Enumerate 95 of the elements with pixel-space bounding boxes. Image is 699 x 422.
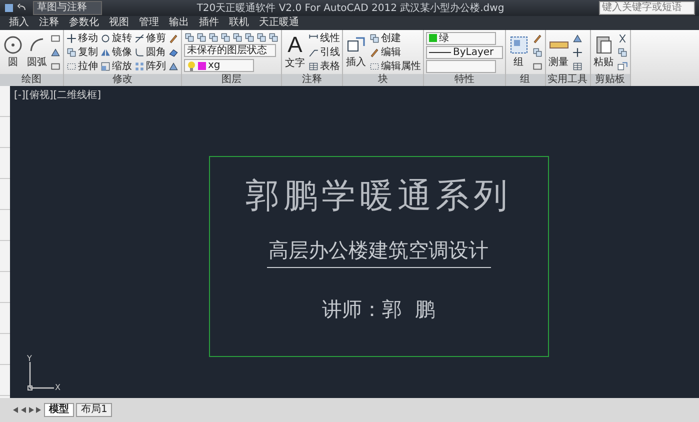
scale-squares-icon xyxy=(100,60,111,72)
ribbon-tool[interactable]: 拉伸 xyxy=(66,60,98,72)
layer-tool-icon[interactable] xyxy=(268,32,279,43)
ribbon-tab[interactable]: 视图 xyxy=(104,16,134,30)
ribbon-tool[interactable]: 测量 xyxy=(548,34,570,70)
bulb-icon xyxy=(187,60,196,71)
clipboard-icon xyxy=(594,35,614,55)
layer-tool-icon[interactable] xyxy=(208,32,219,43)
viewport-label[interactable]: [-][俯视][二维线框] xyxy=(10,86,106,104)
dashed-rectangle-icon xyxy=(369,60,380,72)
drawing-title: 郭鹏学暖通系列 xyxy=(246,175,512,218)
color-dropdown[interactable]: 绿 xyxy=(426,32,496,44)
linetype-dropdown[interactable]: ByLayer xyxy=(426,46,503,58)
drawing-subtitle: 高层办公楼建筑空调设计 xyxy=(266,237,490,268)
ribbon-tool[interactable]: 修剪 xyxy=(134,32,166,44)
search-field[interactable]: 键入关键字或短语 xyxy=(599,1,695,15)
ribbon-tab[interactable]: 管理 xyxy=(134,16,164,30)
triangle-icon[interactable] xyxy=(50,46,61,58)
lecturer-text: 讲师：郭 鹏 xyxy=(322,296,435,323)
ribbon-tool[interactable]: 线性 xyxy=(308,32,340,44)
ribbon-tab[interactable]: 插件 xyxy=(194,16,224,30)
rounded-corner-icon xyxy=(134,46,145,58)
ribbon-tool[interactable]: 引线 xyxy=(308,46,340,58)
panel-title[interactable]: 块 xyxy=(343,74,423,86)
layer-tool-icon[interactable] xyxy=(184,32,195,43)
ribbon-tool[interactable]: 创建 xyxy=(369,32,401,44)
panel-title[interactable]: 注释 xyxy=(282,74,342,86)
ribbon-tab[interactable]: 联机 xyxy=(224,16,254,30)
rectangle-icon[interactable] xyxy=(50,32,61,44)
ribbon-tool[interactable]: 镜像 xyxy=(100,46,132,58)
group-icon xyxy=(508,35,529,55)
crossing-lines-icon xyxy=(134,32,145,44)
pencil-icon[interactable] xyxy=(532,32,543,44)
ribbon-tool[interactable]: A 文字 xyxy=(284,33,306,71)
overlapping-squares-icon[interactable] xyxy=(616,46,628,58)
dropdown-field[interactable]: 未保存的图层状态 xyxy=(184,44,276,58)
rectangle-icon[interactable] xyxy=(532,60,543,72)
triangle-icon[interactable] xyxy=(572,32,583,44)
ribbon-tab[interactable]: 参数化 xyxy=(64,16,104,30)
layer-tool-icon[interactable] xyxy=(244,32,255,43)
rectangle-icon[interactable] xyxy=(50,60,61,72)
ribbon-tab[interactable]: 插入 xyxy=(4,16,34,30)
dropdown-field[interactable] xyxy=(426,60,496,72)
ribbon-tool[interactable]: 插入 xyxy=(345,34,367,70)
panel-title[interactable]: 实用工具 xyxy=(546,74,590,86)
panel-title[interactable]: 绘图 xyxy=(0,74,63,86)
ribbon-tab[interactable]: 注释 xyxy=(34,16,64,30)
ribbon-tool[interactable]: 移动 xyxy=(66,32,98,44)
layer-tool-icon[interactable] xyxy=(196,32,207,43)
overlapping-squares-icon xyxy=(66,46,77,58)
undo-icon[interactable] xyxy=(17,3,27,13)
panel-title[interactable]: 剪贴板 xyxy=(590,74,630,86)
ribbon-tool[interactable]: 阵列 xyxy=(134,60,166,72)
ribbon-tool[interactable]: 编辑属性 xyxy=(369,60,421,72)
ring-icon xyxy=(100,32,111,44)
panel-title[interactable]: 修改 xyxy=(64,74,181,86)
ribbon-tool[interactable]: 粘贴 xyxy=(592,34,615,70)
tab-navigation-icon[interactable] xyxy=(12,406,42,414)
block-frame-icon[interactable] xyxy=(616,60,628,72)
ribbon-tool[interactable]: 缩放 xyxy=(100,60,132,72)
workspace-dropdown[interactable]: 草图与注释 xyxy=(33,1,102,15)
layer-tool-icon[interactable] xyxy=(220,32,231,43)
pencil-icon xyxy=(369,46,380,58)
cut-icon[interactable] xyxy=(616,32,628,44)
table-icon xyxy=(308,60,319,72)
ribbon-tool[interactable]: 圆弧 xyxy=(26,34,48,70)
window-title: T20天正暖通软件 V2.0 For AutoCAD 2012 武汉某小型办公楼.dwg xyxy=(196,2,506,15)
ribbon-tool[interactable]: 旋转 xyxy=(100,32,132,44)
table-icon[interactable] xyxy=(572,60,583,72)
ribbon-tab[interactable]: 天正暖通 xyxy=(254,16,304,30)
ribbon-tool[interactable]: 复制 xyxy=(66,46,98,58)
overlapping-squares-icon xyxy=(369,32,380,44)
ribbon-tool[interactable]: 编辑 xyxy=(369,46,401,58)
layer-tool-icon[interactable] xyxy=(232,32,243,43)
layer-tool-icon[interactable] xyxy=(256,32,267,43)
panel-title[interactable]: 图层 xyxy=(182,74,281,86)
grid-icon xyxy=(134,60,145,72)
layout-tab[interactable]: 模型 xyxy=(44,403,74,417)
ribbon-tool[interactable]: 表格 xyxy=(308,60,340,72)
diamond-icon[interactable] xyxy=(168,46,179,58)
ribbon-tool[interactable]: 圆 xyxy=(2,34,24,70)
ribbon-tool[interactable]: 圆角 xyxy=(134,46,166,58)
overlapping-squares-icon[interactable] xyxy=(532,46,543,58)
ribbon-tool[interactable]: 组 xyxy=(508,34,530,70)
panel-title[interactable]: 组 xyxy=(506,74,545,86)
ribbon-tab[interactable]: 输出 xyxy=(164,16,194,30)
layer-dropdown[interactable]: xg xyxy=(184,59,254,72)
panel-title[interactable]: 特性 xyxy=(424,74,505,86)
mirror-triangles-icon xyxy=(100,46,111,58)
pencil-icon[interactable] xyxy=(168,32,179,44)
save-icon[interactable] xyxy=(4,3,14,13)
layout-tab[interactable]: 布局1 xyxy=(76,403,112,417)
triangle-icon[interactable] xyxy=(168,60,179,72)
dashed-rectangle-icon xyxy=(66,60,77,72)
circle-icon xyxy=(3,35,23,55)
